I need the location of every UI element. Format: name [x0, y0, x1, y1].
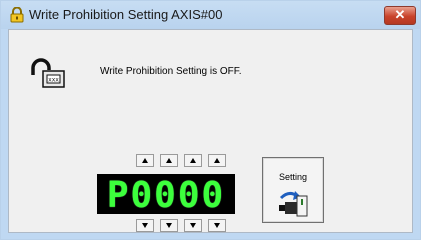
digit2-up-button[interactable]	[160, 154, 178, 167]
write-setting-icon	[279, 191, 308, 217]
dialog-window: Write Prohibition Setting AXIS#00 ✕ xxx …	[0, 0, 421, 240]
digit1-up-button[interactable]	[136, 154, 154, 167]
setting-button-label: Setting	[278, 172, 308, 182]
digit4-down-button[interactable]	[208, 219, 226, 232]
svg-text:xxx: xxx	[48, 77, 59, 84]
digit-up-arrows	[136, 154, 226, 167]
window-title: Write Prohibition Setting AXIS#00	[29, 7, 223, 22]
digit3-down-button[interactable]	[184, 219, 202, 232]
dialog-body: xxx Write Prohibition Setting is OFF. P0…	[8, 29, 413, 233]
open-lock-icon: xxx	[31, 58, 65, 88]
digit1-down-button[interactable]	[136, 219, 154, 232]
setting-button[interactable]: Setting	[262, 157, 324, 223]
padlock-title-icon	[10, 7, 24, 23]
title-bar[interactable]: Write Prohibition Setting AXIS#00 ✕	[1, 1, 420, 29]
close-button[interactable]: ✕	[384, 6, 416, 25]
digit2-down-button[interactable]	[160, 219, 178, 232]
digit4-up-button[interactable]	[208, 154, 226, 167]
close-icon: ✕	[394, 7, 406, 22]
status-message: Write Prohibition Setting is OFF.	[100, 66, 242, 77]
digit-down-arrows	[136, 219, 226, 232]
digit3-up-button[interactable]	[184, 154, 202, 167]
display-value: P0000	[106, 175, 226, 216]
seven-segment-display: P0000	[97, 174, 235, 216]
